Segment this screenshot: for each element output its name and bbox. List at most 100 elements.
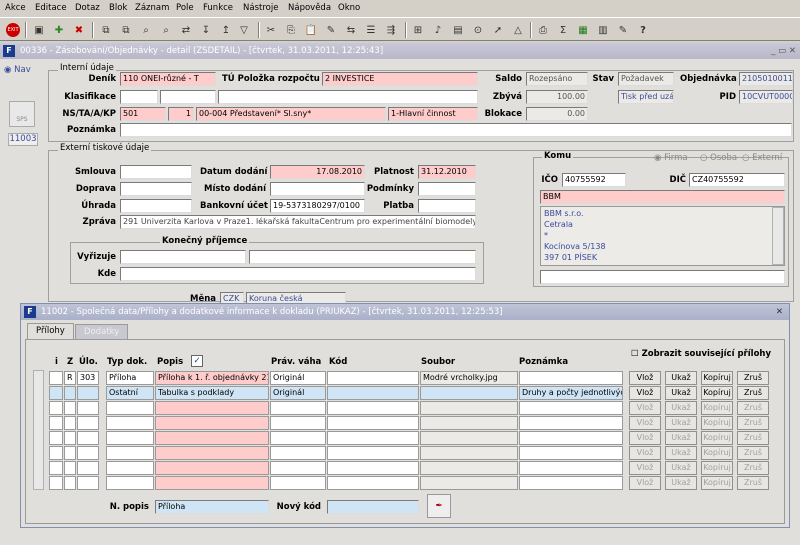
grid-cell-kod[interactable] — [327, 476, 419, 490]
grid-cell-pozn[interactable] — [519, 461, 623, 475]
menu-nastroje[interactable]: Nástroje — [243, 3, 278, 13]
next-icon[interactable]: ⇄ — [177, 21, 195, 39]
copy-button[interactable]: Kopíruj — [701, 416, 733, 430]
vyrizuje-field-1[interactable] — [120, 250, 246, 264]
kp-field[interactable]: 1-Hlavní činnost — [388, 107, 478, 121]
klasifikace-field-1[interactable] — [120, 90, 158, 104]
grid-cell-popis[interactable] — [155, 446, 269, 460]
close-icon[interactable]: ✕ — [776, 304, 783, 320]
grid-cell-prav[interactable] — [270, 476, 326, 490]
grid-cell-prav[interactable] — [270, 416, 326, 430]
grid-cell-pozn[interactable]: Druhy a počty jednotlivých — [519, 386, 623, 400]
grid-cell-ulo[interactable] — [77, 431, 99, 445]
uhrada-field[interactable] — [120, 199, 192, 213]
grid-cell-prav[interactable] — [270, 401, 326, 415]
copy-button[interactable]: Kopíruj — [701, 386, 733, 400]
insert-button[interactable]: Vlož — [629, 386, 661, 400]
grid-cell-popis[interactable] — [155, 476, 269, 490]
novy-kod-field[interactable] — [327, 500, 419, 514]
menu-zaznam[interactable]: Záznam — [135, 3, 169, 13]
grid-cell-pozn[interactable] — [519, 431, 623, 445]
klasifikace-field-2[interactable] — [160, 90, 216, 104]
platba-field[interactable] — [418, 199, 476, 213]
view-button[interactable]: Ukaž — [665, 431, 697, 445]
insert-button[interactable]: Vlož — [629, 431, 661, 445]
menu-napoveda[interactable]: Nápověda — [288, 3, 331, 13]
n-popis-field[interactable]: Příloha — [155, 500, 269, 514]
grid-scrollbar[interactable] — [33, 370, 44, 490]
delete-button[interactable]: Zruš — [737, 446, 769, 460]
grid-cell-popis[interactable] — [155, 431, 269, 445]
grid-cell-popis[interactable]: Příloha k 1. ř. objednávky 210 — [155, 371, 269, 385]
grid-cell-i[interactable] — [49, 446, 63, 460]
grid-cell-i[interactable] — [49, 431, 63, 445]
grid-cell-prav[interactable] — [270, 461, 326, 475]
view-button[interactable]: Ukaž — [665, 461, 697, 475]
ns-field[interactable]: 501 — [120, 107, 166, 121]
grid-cell-soubor[interactable] — [420, 446, 518, 460]
copy-button[interactable]: Kopíruj — [701, 431, 733, 445]
delete-button[interactable]: Zruš — [737, 386, 769, 400]
copy-button[interactable]: Kopíruj — [701, 401, 733, 415]
grid-cell-ulo[interactable] — [77, 461, 99, 475]
grid-cell-pozn[interactable] — [519, 416, 623, 430]
delete-button[interactable]: Zruš — [737, 401, 769, 415]
grid-cell-i[interactable] — [49, 401, 63, 415]
transfer-icon[interactable]: ⇆ — [342, 21, 360, 39]
misto-dodani-field[interactable] — [270, 182, 365, 196]
grid-cell-kod[interactable] — [327, 401, 419, 415]
grid-cell-typ[interactable] — [106, 476, 154, 490]
grid-cell-soubor[interactable] — [420, 401, 518, 415]
view-button[interactable]: Ukaž — [665, 476, 697, 490]
grid-cell-z[interactable] — [64, 446, 76, 460]
grid-cell-popis[interactable] — [155, 401, 269, 415]
grid-cell-popis[interactable] — [155, 416, 269, 430]
grid-cell-ulo[interactable]: 303 — [77, 371, 99, 385]
grid-cell-prav[interactable] — [270, 446, 326, 460]
datum-dodani-field[interactable]: 17.08.2010 — [270, 165, 365, 179]
grid-cell-z[interactable] — [64, 431, 76, 445]
podminky-field[interactable] — [418, 182, 476, 196]
grid-cell-ulo[interactable] — [77, 446, 99, 460]
tab-prilohy[interactable]: Přílohy — [27, 323, 74, 340]
grid-cell-kod[interactable] — [327, 386, 419, 400]
grid-cell-z[interactable] — [64, 386, 76, 400]
grid-cell-typ[interactable]: Ostatní — [106, 386, 154, 400]
grid-cell-i[interactable] — [49, 416, 63, 430]
grid-cell-kod[interactable] — [327, 446, 419, 460]
view-button[interactable]: Ukaž — [665, 386, 697, 400]
grid-cell-typ[interactable] — [106, 416, 154, 430]
grid-cell-ulo[interactable] — [77, 476, 99, 490]
grid-cell-ulo[interactable] — [77, 386, 99, 400]
grid-cell-i[interactable] — [49, 476, 63, 490]
radio-osoba[interactable]: ○ Osoba — [700, 153, 737, 163]
grid-cell-i[interactable] — [49, 461, 63, 475]
sps-button[interactable]: SPS — [9, 101, 35, 127]
tree-icon[interactable]: ⊞ — [409, 21, 427, 39]
grid-cell-popis[interactable]: Tabulka s podklady — [155, 386, 269, 400]
grid-cell-typ[interactable] — [106, 431, 154, 445]
dic-field[interactable]: CZ40755592 — [689, 173, 785, 187]
delete-button[interactable]: Zruš — [737, 371, 769, 385]
delete-button[interactable]: Zruš — [737, 461, 769, 475]
insert-button[interactable]: Vlož — [629, 476, 661, 490]
address-scrollbar[interactable] — [772, 207, 784, 265]
table-icon[interactable]: ▥ — [594, 21, 612, 39]
grid-cell-z[interactable] — [64, 461, 76, 475]
grid-cell-z[interactable] — [64, 401, 76, 415]
menu-akce[interactable]: Akce — [5, 3, 26, 13]
grid-cell-ulo[interactable] — [77, 401, 99, 415]
cut-icon[interactable]: ✂ — [262, 21, 280, 39]
grid-cell-ulo[interactable] — [77, 416, 99, 430]
scanner-icon[interactable]: ✒ — [427, 494, 451, 518]
view-button[interactable]: Ukaž — [665, 446, 697, 460]
grid-cell-z[interactable] — [64, 416, 76, 430]
paste-icon[interactable]: 📋 — [302, 21, 320, 39]
excel-icon[interactable]: ▦ — [574, 21, 592, 39]
doc-icon[interactable]: ▤ — [449, 21, 467, 39]
grid-cell-i[interactable] — [49, 371, 63, 385]
export-icon[interactable]: ↥ — [217, 21, 235, 39]
grid-cell-pozn[interactable] — [519, 446, 623, 460]
grid-cell-prav[interactable]: Originál — [270, 371, 326, 385]
grid-cell-pozn[interactable] — [519, 401, 623, 415]
